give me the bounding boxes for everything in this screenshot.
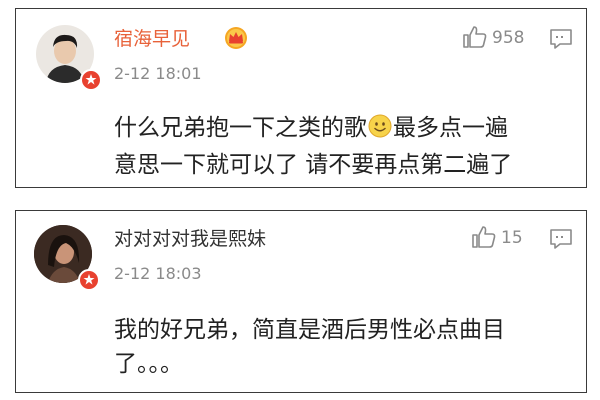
comment-text: 我的好兄弟，简直是酒后男性必点曲目 了。。。	[114, 313, 505, 381]
comment-text-line: 什么兄弟抱一下之类的歌 最多点一遍	[114, 111, 512, 148]
comment-text-segment: 什么兄弟抱一下之类的歌	[114, 115, 367, 141]
smile-emoji-icon	[368, 114, 392, 148]
comment-text-segment: 最多点一遍	[393, 115, 508, 141]
like-count: 15	[501, 228, 523, 248]
member-crown-icon	[223, 25, 249, 51]
comment-reply-icon[interactable]	[549, 228, 573, 254]
username[interactable]: 宿海早见	[114, 28, 190, 50]
verified-badge-icon	[80, 69, 102, 91]
comment-card: 对对对对我是熙妹 2-12 18:03 15 我的好兄弟，简直是酒后男性必点曲目…	[15, 210, 587, 393]
thumbs-up-icon	[463, 26, 487, 48]
comment-text: 什么兄弟抱一下之类的歌 最多点一遍 意思一下就可以了 请不要再点第二遍了	[114, 111, 512, 182]
comment-card: 宿海早见 2-12 18:01 958 什么兄弟抱一下之类的歌 最多点一遍 意思一…	[15, 8, 587, 188]
comment-reply-icon[interactable]	[549, 28, 573, 54]
like-count: 958	[492, 28, 525, 48]
username[interactable]: 对对对对我是熙妹	[114, 228, 266, 250]
comment-time: 2-12 18:03	[114, 264, 202, 283]
comment-text-line: 了。。。	[114, 351, 183, 377]
verified-badge-icon	[78, 269, 100, 291]
thumbs-up-icon	[472, 226, 496, 248]
comment-text-line: 我的好兄弟，简直是酒后男性必点曲目	[114, 317, 505, 343]
comment-text-line: 意思一下就可以了 请不要再点第二遍了	[114, 152, 513, 178]
comment-time: 2-12 18:01	[114, 64, 202, 83]
